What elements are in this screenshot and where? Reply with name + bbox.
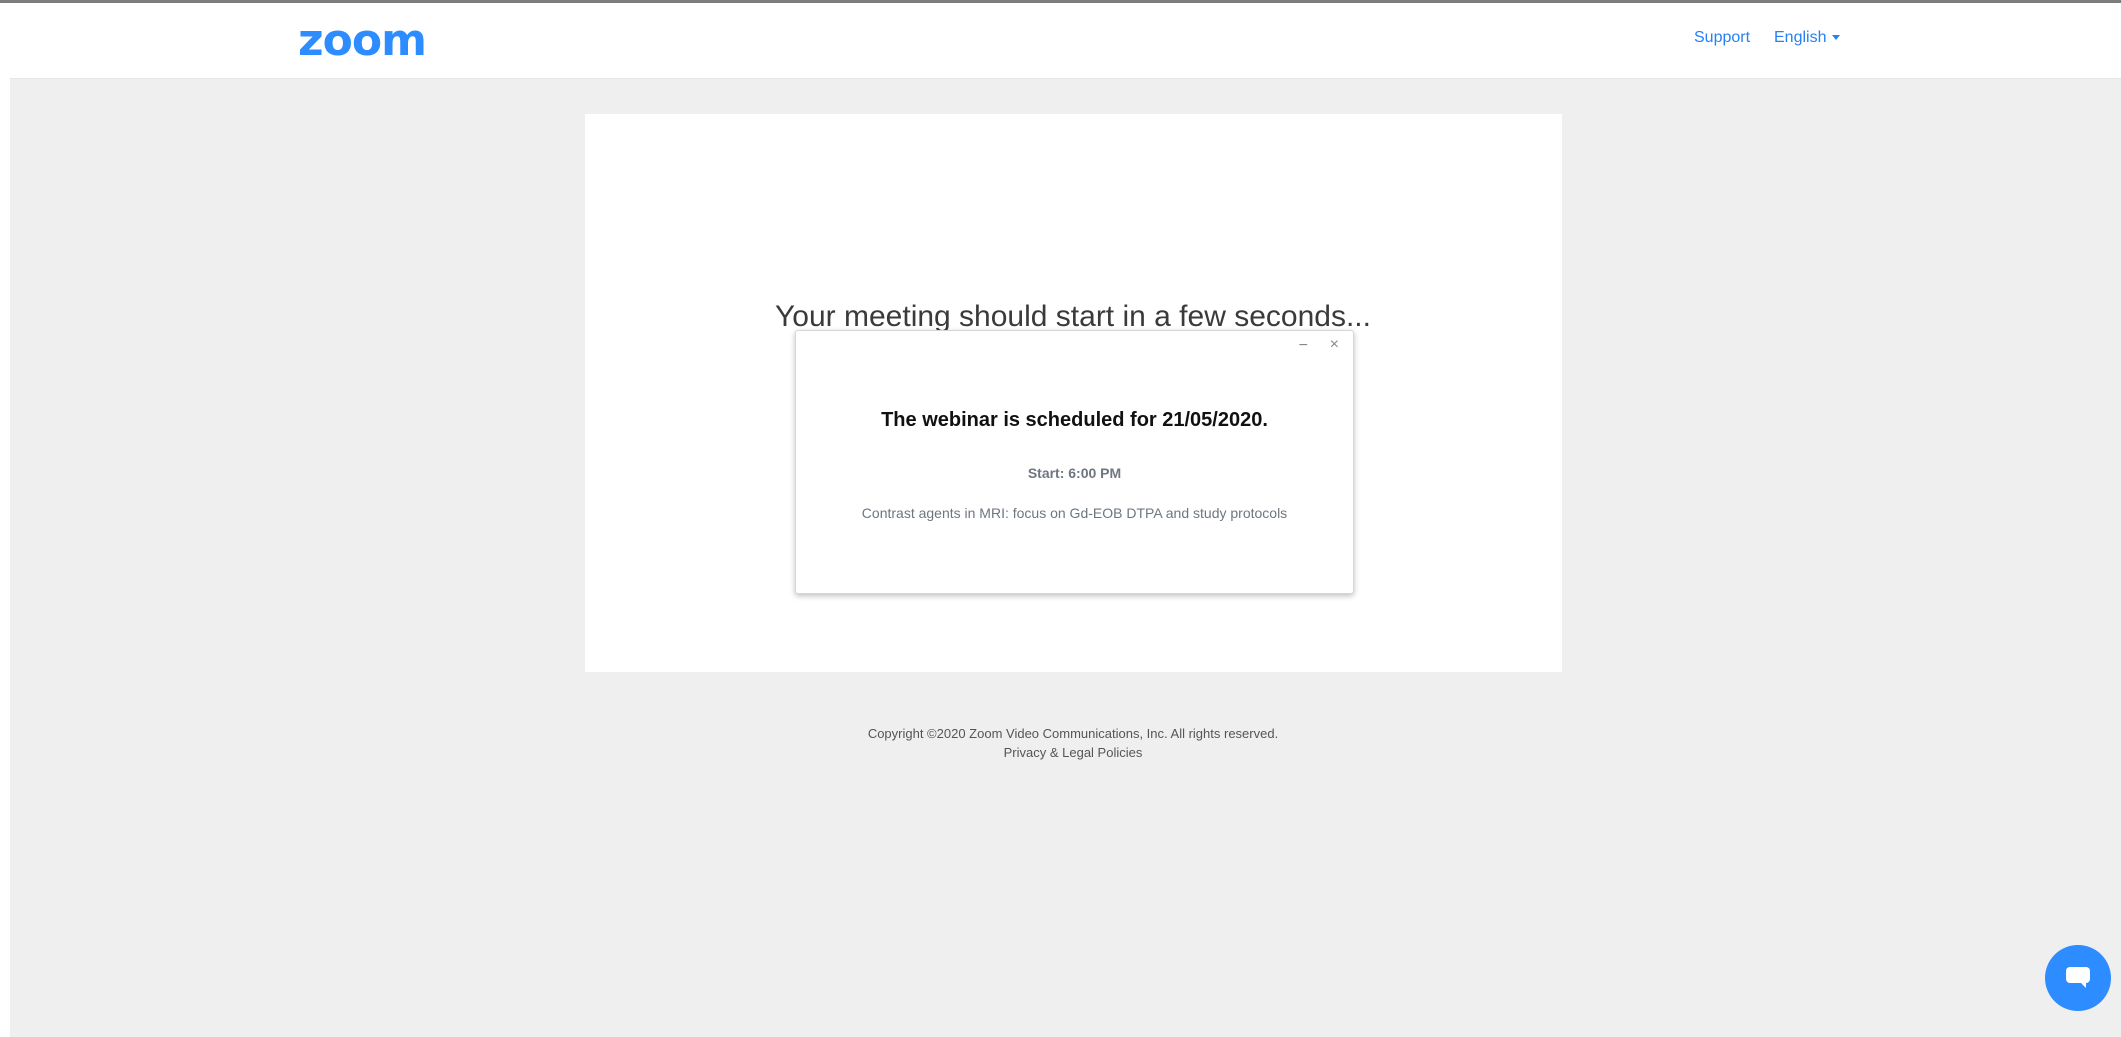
zoom-join-page: zoom Support English Your meeting should… [0,0,2121,1037]
close-icon[interactable]: × [1330,336,1339,354]
support-link[interactable]: Support [1694,29,1750,47]
caret-down-icon [1832,35,1841,41]
language-dropdown[interactable]: English [1774,29,1841,47]
webinar-schedule-dialog: − × The webinar is scheduled for 21/05/2… [795,330,1354,594]
webinar-topic: Contrast agents in MRI: focus on Gd-EOB … [861,505,1288,521]
privacy-legal-link[interactable]: Privacy & Legal Policies [0,745,2121,760]
copyright-text: Copyright ©2020 Zoom Video Communication… [867,726,1279,741]
minimize-icon[interactable]: − [1299,337,1308,355]
chat-bubble-icon [2066,967,2090,988]
left-edge [0,3,10,1037]
language-label: English [1774,29,1827,46]
webinar-date-title: The webinar is scheduled for 21/05/2020. [881,409,1268,431]
meeting-start-message: Your meeting should start in a few secon… [775,300,1371,333]
top-header: zoom Support English [10,3,2121,79]
chat-button[interactable] [2045,945,2111,1011]
zoom-logo[interactable]: zoom [298,19,427,63]
webinar-start-time: Start: 6:00 PM [1027,465,1122,481]
